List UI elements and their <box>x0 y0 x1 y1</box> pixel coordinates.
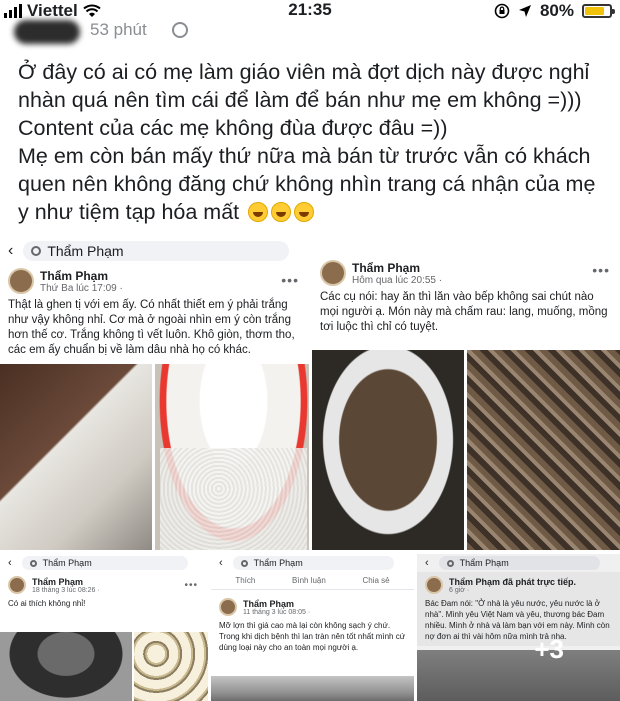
search-query: Thẩm Phạm <box>47 243 124 259</box>
post-meta: Hôm qua lúc 20:55 · <box>352 274 443 286</box>
post-line-last: y như tiệm tạp hóa mất <box>18 198 614 226</box>
avatar[interactable] <box>14 20 80 44</box>
search-query: Thẩm Phạm <box>253 558 303 568</box>
post-meta: Thứ Ba lúc 17:09 · <box>40 282 123 294</box>
crab-photo-2 <box>467 350 620 550</box>
author-name: Thẩm Phạm <box>243 598 295 609</box>
post-body: Có ai thích không nhỉ! <box>8 599 86 608</box>
fb-search-bar: ‹ Thẩm Phạm <box>0 238 309 264</box>
fb-search-bar: ‹ Thẩm Phạm <box>0 554 208 572</box>
rotation-lock-icon <box>494 3 510 19</box>
post-meta: 18 tháng 3 lúc 08:26 · <box>32 586 100 594</box>
more-icon: ••• <box>281 272 299 288</box>
avatar <box>219 598 237 616</box>
photo-grid[interactable]: ‹ Thẩm Phạm Thẩm Phạm Thứ Ba lúc 17:09 ·… <box>0 238 620 701</box>
post-line: Ở đây có ai có mẹ làm giáo viên mà đợt d… <box>18 60 590 84</box>
avatar <box>8 576 26 594</box>
lard-photo <box>211 676 414 701</box>
laughing-crying-emoji-icon <box>271 202 292 222</box>
post-line: quen nên không đăng chứ không nhìn trang… <box>18 172 596 196</box>
livestream-photo <box>417 650 620 701</box>
photo-1[interactable]: ‹ Thẩm Phạm Thẩm Phạm Thứ Ba lúc 17:09 ·… <box>0 238 312 550</box>
post-meta: 6 giờ · <box>449 586 470 594</box>
search-query: Thẩm Phạm <box>459 558 509 568</box>
post-body: Bác Đam nói: "Ở nhà là yêu nước, yêu nướ… <box>417 598 620 646</box>
search-box: Thẩm Phạm <box>438 556 600 570</box>
rice-bag-photo <box>0 364 152 550</box>
author-name: Thẩm Phạm <box>32 576 84 587</box>
share-button: Chia sẻ <box>362 576 390 585</box>
search-box: Thẩm Phạm <box>23 241 289 261</box>
search-icon <box>29 559 37 567</box>
avatar <box>320 260 346 286</box>
pot-photo <box>0 632 132 701</box>
post-head: Thẩm Phạm 18 tháng 3 lúc 08:26 · ••• <box>0 572 208 598</box>
post-body: Thật là ghen tị với em ấy. Có nhất thiết… <box>8 299 295 356</box>
author-name: Thẩm Phạm <box>40 268 109 283</box>
comment-button: Bình luận <box>292 576 326 585</box>
rice-texture <box>160 448 307 550</box>
post-head: Thẩm Phạm Thứ Ba lúc 17:09 · ••• <box>0 264 309 298</box>
laughing-crying-emoji-icon <box>248 202 269 222</box>
more-photos-count[interactable]: +3 <box>534 634 564 665</box>
post-line: Mẹ em còn bán mấy thứ nữa mà bán từ trướ… <box>18 144 591 168</box>
back-icon: ‹ <box>425 557 429 569</box>
battery-icon <box>582 4 615 18</box>
post-line: nhàn quá nên tìm cái để làm để bán như m… <box>18 88 582 112</box>
post-header: 53 phút <box>0 18 620 44</box>
author-name: Thẩm Phạm đã phát trực tiếp. <box>449 576 577 587</box>
photo-5[interactable]: ‹ Thẩm Phạm Thẩm Phạm đã phát trực tiếp.… <box>414 550 620 701</box>
back-icon: ‹ <box>8 242 14 259</box>
post-text: Ở đây có ai có mẹ làm giáo viên mà đợt d… <box>18 58 614 226</box>
post-body: Mỡ lợn thì giá cao mà lại còn không sạch… <box>219 621 406 652</box>
battery-fill <box>585 7 604 15</box>
search-box: Thẩm Phạm <box>21 556 188 570</box>
post-head: Thẩm Phạm Hôm qua lúc 20:55 · ••• <box>312 246 620 290</box>
like-button: Thích <box>235 576 256 585</box>
fb-search-bar: ‹ Thẩm Phạm <box>417 554 620 572</box>
post-head: Thẩm Phạm 11 tháng 3 lúc 08:05 · <box>211 594 414 620</box>
post-line: Content của các mẹ không đùa được đâu =)… <box>18 116 448 140</box>
post-body: Các cụ nói: hay ăn thì lăn vào bếp không… <box>320 291 608 333</box>
post-time[interactable]: 53 phút <box>90 20 147 40</box>
photo-4[interactable]: ‹ Thẩm Phạm Thích Bình luận Chia sẻ Thẩm… <box>208 550 414 701</box>
search-box: Thẩm Phạm <box>232 556 394 570</box>
fb-search-bar: ‹ Thẩm Phạm <box>211 554 414 572</box>
photo-2[interactable]: Thẩm Phạm Hôm qua lúc 20:55 · ••• Các cụ… <box>312 246 620 550</box>
laughing-crying-emoji-icon <box>294 202 315 222</box>
author-name: Thẩm Phạm <box>352 260 421 275</box>
avatar <box>8 268 34 294</box>
avatar <box>425 576 443 594</box>
more-icon: ••• <box>184 580 198 591</box>
more-icon: ••• <box>592 262 610 278</box>
globe-icon <box>172 22 188 38</box>
post-head: Thẩm Phạm đã phát trực tiếp. 6 giờ · <box>417 572 620 598</box>
location-icon <box>518 5 531 17</box>
search-icon <box>31 246 42 256</box>
post-line: y như tiệm tạp hóa mất <box>18 200 240 224</box>
back-icon: ‹ <box>219 557 223 569</box>
back-icon: ‹ <box>8 557 12 569</box>
search-icon <box>446 559 454 567</box>
jars-photo <box>134 632 208 701</box>
crab-photo-1 <box>312 350 464 550</box>
post-actions: Thích Bình luận Chia sẻ <box>211 572 414 590</box>
search-query: Thẩm Phạm <box>42 558 92 568</box>
post-meta: 11 tháng 3 lúc 08:05 · <box>243 608 311 616</box>
photo-3[interactable]: ‹ Thẩm Phạm Thẩm Phạm 18 tháng 3 lúc 08:… <box>0 550 208 701</box>
search-icon <box>240 559 248 567</box>
